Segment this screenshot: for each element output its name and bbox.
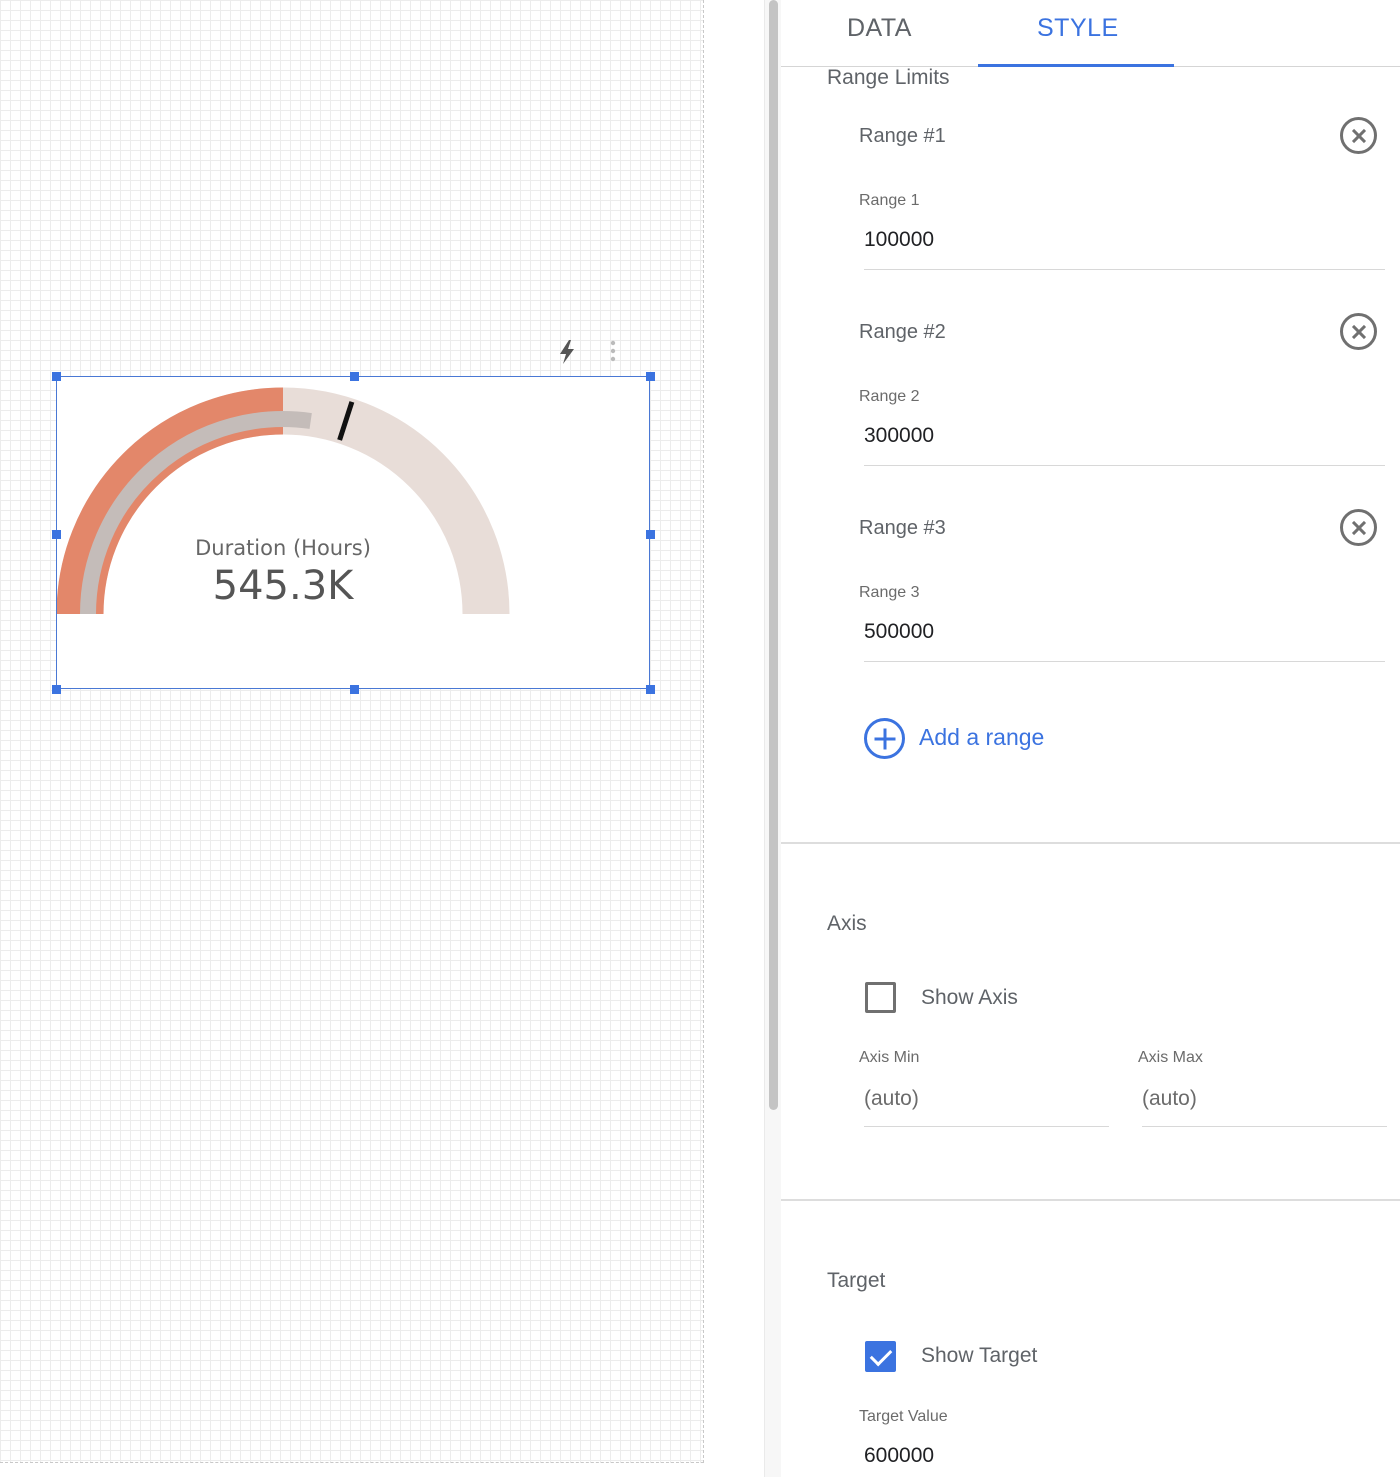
section-divider	[781, 1199, 1400, 1201]
range-3-input-underline	[864, 661, 1385, 662]
section-title-axis: Axis	[827, 912, 867, 935]
range-2-title: Range #2	[859, 321, 946, 343]
show-axis-label: Show Axis	[921, 986, 1018, 1009]
report-canvas[interactable]: Duration (Hours) 545.3K	[0, 0, 704, 1463]
active-tab-indicator	[978, 64, 1174, 67]
resize-handle-right[interactable]	[646, 530, 655, 539]
axis-max-underline	[1142, 1126, 1387, 1127]
add-circle-icon	[864, 718, 905, 759]
resize-handle-bottom-right[interactable]	[646, 685, 655, 694]
show-target-label: Show Target	[921, 1344, 1038, 1367]
range-1-title: Range #1	[859, 125, 946, 147]
resize-handle-bottom[interactable]	[350, 685, 359, 694]
section-title-range-limits: Range Limits	[827, 66, 950, 89]
add-range-label: Add a range	[919, 724, 1045, 750]
section-title-target: Target	[827, 1269, 886, 1292]
show-axis-checkbox[interactable]	[865, 982, 896, 1013]
range-3-input[interactable]: 500000	[864, 620, 934, 644]
resize-handle-top[interactable]	[350, 372, 359, 381]
tab-data[interactable]: DATA	[847, 14, 912, 44]
show-target-checkbox[interactable]	[865, 1341, 896, 1372]
resize-handle-bottom-left[interactable]	[52, 685, 61, 694]
tab-style[interactable]: STYLE	[1037, 14, 1119, 44]
resize-handle-top-left[interactable]	[52, 372, 61, 381]
range-1-input-underline	[864, 269, 1385, 270]
resize-handle-left[interactable]	[52, 530, 61, 539]
chart-toolbar	[552, 336, 632, 368]
gauge-chart[interactable]: Duration (Hours) 545.3K	[52, 372, 655, 694]
more-vert-icon[interactable]	[610, 340, 616, 362]
target-value-label: Target Value	[859, 1408, 948, 1425]
gauge-metric-label: Duration (Hours)	[195, 536, 371, 560]
gauge-value: 545.3K	[213, 563, 356, 609]
gauge-svg: Duration (Hours) 545.3K	[57, 387, 510, 615]
range-3-field-label: Range 3	[859, 584, 920, 601]
scrollbar-thumb[interactable]	[769, 0, 778, 1110]
remove-range-2-button[interactable]	[1340, 313, 1377, 350]
range-3-title: Range #3	[859, 517, 946, 539]
range-2-field-label: Range 2	[859, 388, 920, 405]
remove-range-3-button[interactable]	[1340, 509, 1377, 546]
range-1-field-label: Range 1	[859, 192, 920, 209]
range-1-input[interactable]: 100000	[864, 228, 934, 252]
axis-max-label: Axis Max	[1138, 1049, 1203, 1066]
axis-max-input[interactable]: (auto)	[1142, 1087, 1197, 1111]
range-2-input-underline	[864, 465, 1385, 466]
lightning-icon[interactable]	[560, 340, 574, 364]
range-2-input[interactable]: 300000	[864, 424, 934, 448]
axis-min-input[interactable]: (auto)	[864, 1087, 919, 1111]
axis-min-underline	[864, 1126, 1109, 1127]
remove-range-1-button[interactable]	[1340, 117, 1377, 154]
properties-panel: DATA STYLE Range Limits Range #1 Range 1…	[781, 0, 1400, 1477]
target-value-input[interactable]: 600000	[864, 1444, 934, 1468]
resize-handle-top-right[interactable]	[646, 372, 655, 381]
section-divider	[781, 842, 1400, 844]
axis-min-label: Axis Min	[859, 1049, 920, 1066]
panel-scrollbar[interactable]	[764, 0, 782, 1477]
